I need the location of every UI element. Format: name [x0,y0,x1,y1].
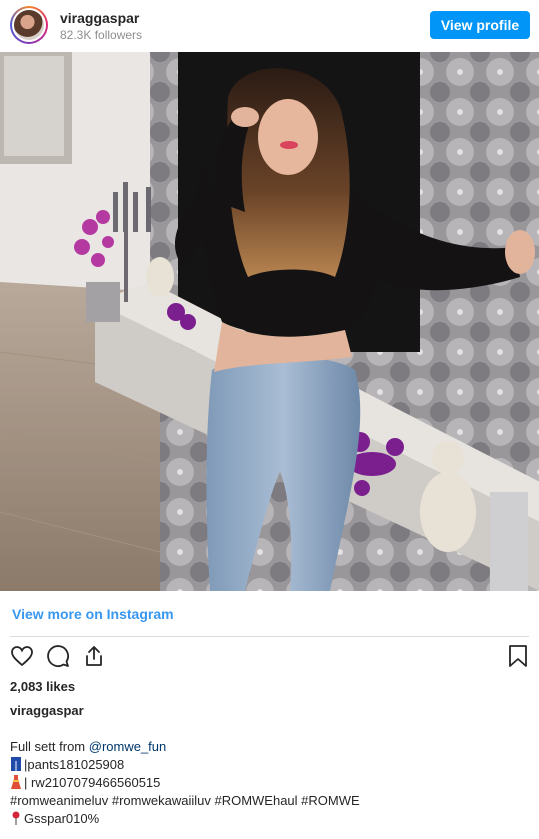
heart-icon[interactable] [10,644,34,668]
pin-emoji [12,811,20,825]
caption-line: Gsspar010% [10,810,360,828]
bookmark-icon[interactable] [506,644,530,668]
post-image [0,52,539,591]
avatar-image [14,10,44,40]
caption-line: | rw2107079466560515 [10,774,360,792]
caption-line[interactable]: #romweanimeluv #romwekawaiiluv #ROMWEhau… [10,792,360,810]
action-bar [0,644,539,672]
comment-icon[interactable] [46,644,70,668]
caption-line: |pants181025908 [10,756,360,774]
divider [10,636,529,637]
mention-link[interactable]: @romwe_fun [89,739,167,754]
username[interactable]: viraggaspar [60,10,139,26]
post-photo[interactable] [0,52,539,591]
view-more-link[interactable]: View more on Instagram [12,606,174,622]
caption-text: Full sett from @romwe_fun |pants18102590… [10,738,360,828]
avatar[interactable] [10,6,48,44]
dress-emoji [11,775,21,789]
follower-count: 82.3K followers [60,28,143,42]
like-count[interactable]: 2,083 likes [10,679,75,694]
caption-line: Full sett from @romwe_fun [10,739,167,754]
jeans-emoji [11,757,21,771]
caption-author[interactable]: viraggaspar [10,703,84,718]
view-profile-button[interactable]: View profile [430,11,530,39]
share-icon[interactable] [82,644,106,668]
post-header: viraggaspar 82.3K followers View profile [0,0,539,52]
